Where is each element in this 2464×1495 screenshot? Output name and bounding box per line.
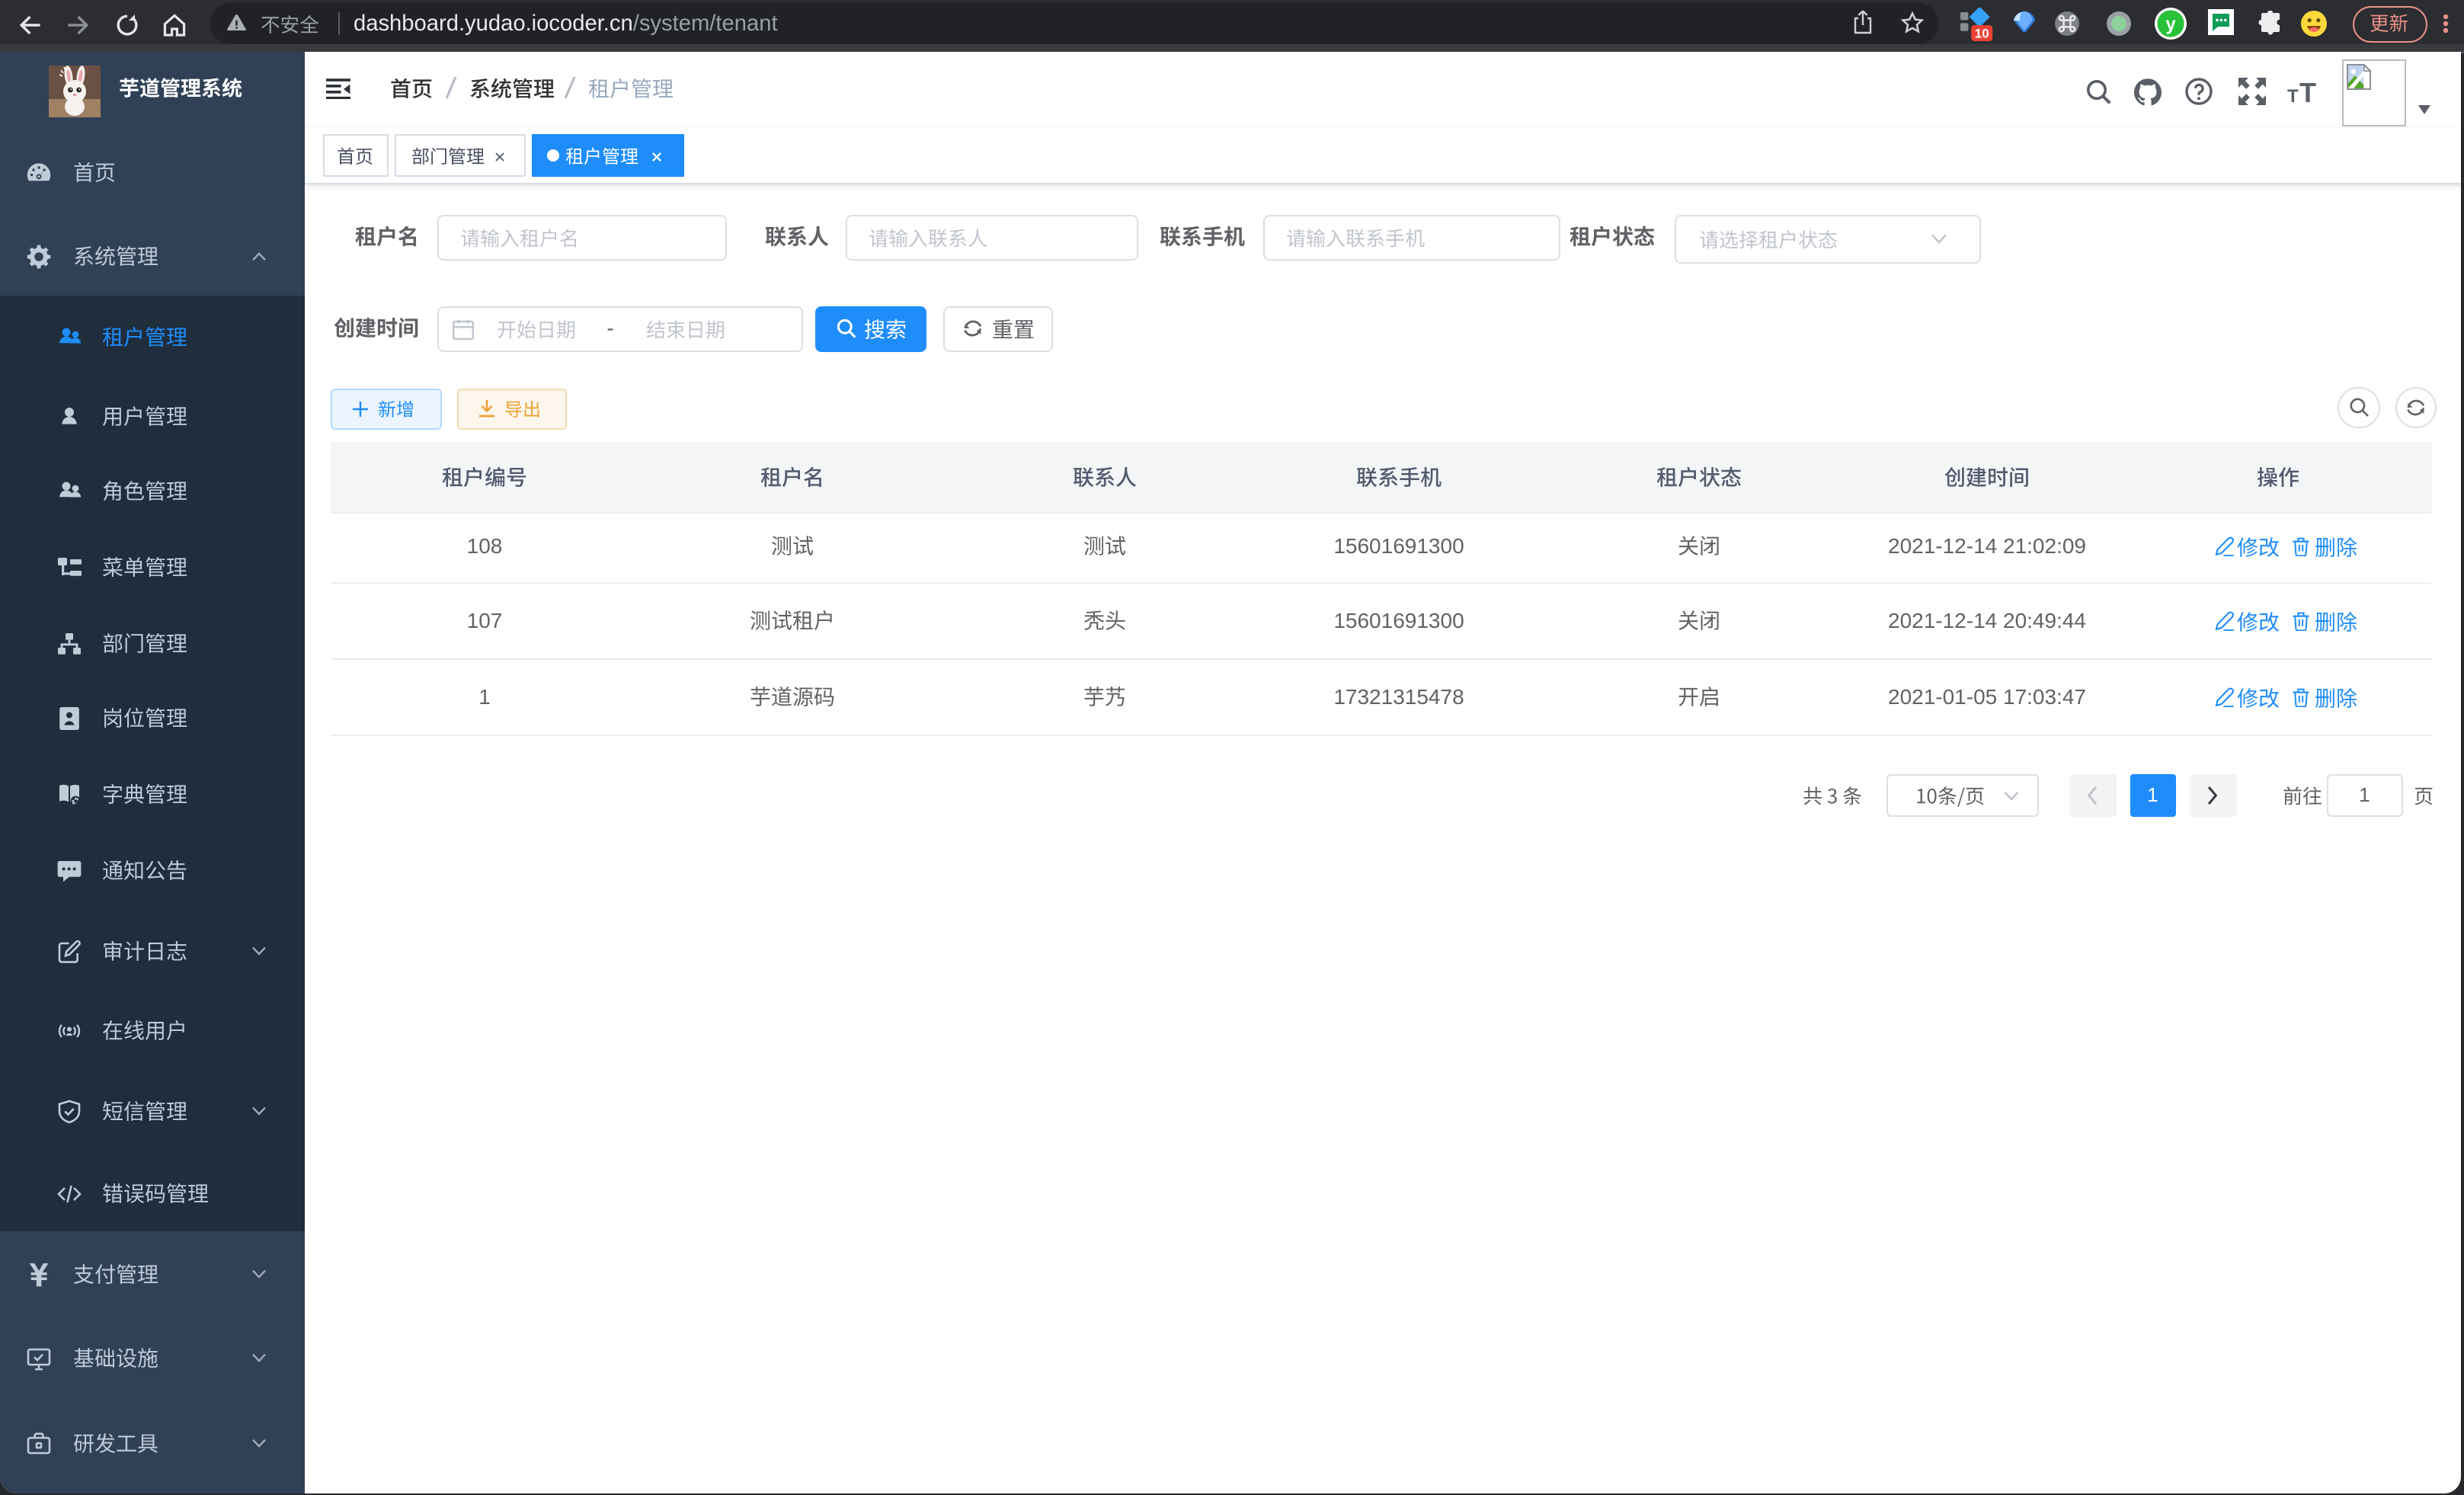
svg-text:y: y <box>2165 14 2176 35</box>
svg-text:10: 10 <box>1975 26 1989 40</box>
svg-text:T: T <box>2299 79 2316 104</box>
svg-text:T: T <box>2287 86 2299 104</box>
